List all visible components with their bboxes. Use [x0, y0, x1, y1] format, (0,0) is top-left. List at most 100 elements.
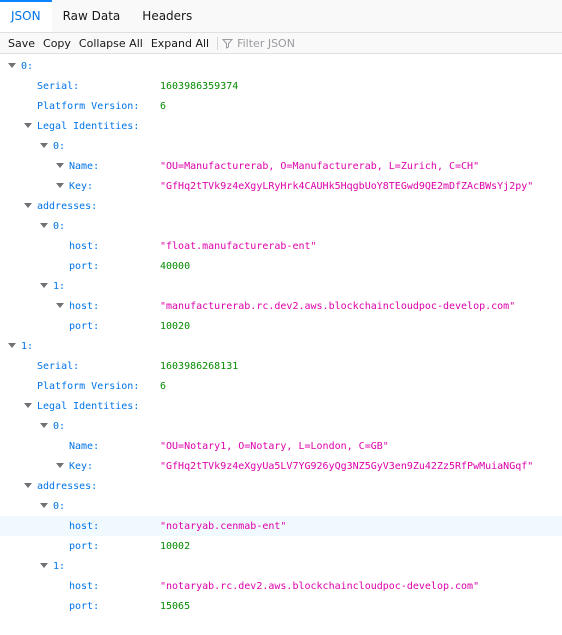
- tree-key: Key:: [69, 180, 94, 192]
- expand-arrow-icon[interactable]: [40, 143, 48, 148]
- tree-key: 0:: [53, 500, 66, 512]
- tree-key: Platform Version:: [37, 100, 140, 112]
- filter-placeholder: Filter JSON: [237, 36, 295, 50]
- tree-key: Serial:: [37, 80, 80, 92]
- filter-json-input[interactable]: Filter JSON: [222, 37, 295, 50]
- tree-row-port[interactable]: port: 15065: [0, 596, 562, 616]
- tree-key: addresses:: [37, 200, 98, 212]
- tree-row-platform-version[interactable]: Platform Version: 6: [0, 376, 562, 396]
- expand-arrow-icon[interactable]: [24, 403, 32, 408]
- tree-row-legal-identities[interactable]: Legal Identities:: [0, 396, 562, 416]
- expand-arrow-icon[interactable]: [40, 423, 48, 428]
- tree-value: 10002: [160, 540, 191, 552]
- tree-key: host:: [69, 300, 100, 312]
- tree-key: Legal Identities:: [37, 120, 140, 132]
- expand-arrow-icon[interactable]: [40, 283, 48, 288]
- tree-row-identity-0[interactable]: 0:: [0, 136, 562, 156]
- tree-key: port:: [69, 320, 100, 332]
- tree-row-address-0[interactable]: 0:: [0, 496, 562, 516]
- tree-row-host[interactable]: host: "manufacturerab.rc.dev2.aws.blockc…: [0, 296, 562, 316]
- tree-row-address-1[interactable]: 1:: [0, 276, 562, 296]
- tree-row-key[interactable]: Key: "GfHq2tTVk9z4eXgyUa5LV7YG926yQg3NZ5…: [0, 456, 562, 476]
- tree-row-port[interactable]: port: 40000: [0, 256, 562, 276]
- collapse-all-button[interactable]: Collapse All: [76, 37, 146, 50]
- expand-arrow-icon[interactable]: [40, 563, 48, 568]
- tree-key: port:: [69, 540, 100, 552]
- expand-arrow-icon[interactable]: [40, 223, 48, 228]
- tree-row-addresses[interactable]: addresses:: [0, 196, 562, 216]
- tree-value: 6: [160, 100, 167, 112]
- tree-value: "GfHq2tTVk9z4eXgyLRyHrk4CAUHk5HqgbUoY8TE…: [160, 180, 534, 192]
- expand-arrow-icon[interactable]: [8, 343, 16, 348]
- tree-value: "float.manufacturerab-ent": [160, 240, 317, 252]
- copy-button[interactable]: Copy: [40, 37, 74, 50]
- tree-row-host[interactable]: host: "float.manufacturerab-ent": [0, 236, 562, 256]
- tree-value: 1603986359374: [160, 80, 239, 92]
- tree-key: host:: [69, 520, 100, 532]
- expand-arrow-icon[interactable]: [24, 483, 32, 488]
- tree-row-name[interactable]: Name: "OU=Notary1, O=Notary, L=London, C…: [0, 436, 562, 456]
- tree-value: "notaryab.rc.dev2.aws.blockchaincloudpoc…: [160, 580, 480, 592]
- expand-arrow-icon[interactable]: [56, 183, 64, 188]
- tree-key: addresses:: [37, 480, 98, 492]
- toolbar-divider: [217, 36, 219, 50]
- tree-value: 40000: [160, 260, 191, 272]
- tree-value: "manufacturerab.rc.dev2.aws.blockchaincl…: [160, 300, 516, 312]
- tree-row-legal-identities[interactable]: Legal Identities:: [0, 116, 562, 136]
- tree-row-host[interactable]: host: "notaryab.rc.dev2.aws.blockchaincl…: [0, 576, 562, 596]
- tree-row-port[interactable]: port: 10020: [0, 316, 562, 336]
- tree-row-address-0[interactable]: 0:: [0, 216, 562, 236]
- expand-arrow-icon[interactable]: [56, 163, 64, 168]
- tab-raw-data[interactable]: Raw Data: [52, 0, 132, 32]
- save-button[interactable]: Save: [5, 37, 38, 50]
- json-tree: 0: Serial: 1603986359374 Platform Versio…: [0, 54, 562, 616]
- tree-row-serial[interactable]: Serial: 1603986268131: [0, 356, 562, 376]
- tree-key: Name:: [69, 160, 100, 172]
- tree-key: 0:: [53, 420, 66, 432]
- tree-row-node-1[interactable]: 1:: [0, 336, 562, 356]
- tree-row-serial[interactable]: Serial: 1603986359374: [0, 76, 562, 96]
- tree-key: host:: [69, 240, 100, 252]
- tree-key: Key:: [69, 460, 94, 472]
- tree-row-name[interactable]: Name: "OU=Manufacturerab, O=Manufacturer…: [0, 156, 562, 176]
- tree-value: 15065: [160, 600, 191, 612]
- filter-icon: [222, 38, 234, 49]
- expand-arrow-icon[interactable]: [40, 503, 48, 508]
- tree-key: 1:: [53, 280, 66, 292]
- tree-row-node-0[interactable]: 0:: [0, 56, 562, 76]
- tree-row-platform-version[interactable]: Platform Version: 6: [0, 96, 562, 116]
- expand-arrow-icon[interactable]: [56, 463, 64, 468]
- tree-row-addresses[interactable]: addresses:: [0, 476, 562, 496]
- tree-key: 0:: [53, 140, 66, 152]
- expand-arrow-icon[interactable]: [56, 303, 64, 308]
- tree-value: "notaryab.cenmab-ent": [160, 520, 287, 532]
- tree-value: "OU=Notary1, O=Notary, L=London, C=GB": [160, 440, 389, 452]
- tree-key: Platform Version:: [37, 380, 140, 392]
- expand-arrow-icon[interactable]: [24, 123, 32, 128]
- tree-key: 1:: [53, 560, 66, 572]
- expand-arrow-icon[interactable]: [24, 203, 32, 208]
- tree-row-identity-0[interactable]: 0:: [0, 416, 562, 436]
- tree-key: 0:: [53, 220, 66, 232]
- tab-headers[interactable]: Headers: [131, 0, 203, 32]
- tree-key: Legal Identities:: [37, 400, 140, 412]
- tree-key: Name:: [69, 440, 100, 452]
- tree-value: 1603986268131: [160, 360, 239, 372]
- tree-row-key[interactable]: Key: "GfHq2tTVk9z4eXgyLRyHrk4CAUHk5HqgbU…: [0, 176, 562, 196]
- tree-key: 1:: [21, 340, 34, 352]
- tree-key: host:: [69, 580, 100, 592]
- tree-row-address-1[interactable]: 1:: [0, 556, 562, 576]
- tree-value: 10020: [160, 320, 191, 332]
- json-toolbar: Save Copy Collapse All Expand All Filter…: [0, 33, 562, 54]
- tab-json[interactable]: JSON: [0, 0, 52, 32]
- tree-key: port:: [69, 600, 100, 612]
- tree-value: 6: [160, 380, 167, 392]
- tree-key: 0:: [21, 60, 34, 72]
- tree-row-port[interactable]: port: 10002: [0, 536, 562, 556]
- tree-row-host[interactable]: host: "notaryab.cenmab-ent": [0, 516, 562, 536]
- tree-value: "GfHq2tTVk9z4eXgyUa5LV7YG926yQg3NZ5GyV3e…: [160, 460, 534, 472]
- tree-value: "OU=Manufacturerab, O=Manufacturerab, L=…: [160, 160, 480, 172]
- expand-arrow-icon[interactable]: [8, 63, 16, 68]
- expand-all-button[interactable]: Expand All: [148, 37, 212, 50]
- tab-bar: JSON Raw Data Headers: [0, 0, 562, 33]
